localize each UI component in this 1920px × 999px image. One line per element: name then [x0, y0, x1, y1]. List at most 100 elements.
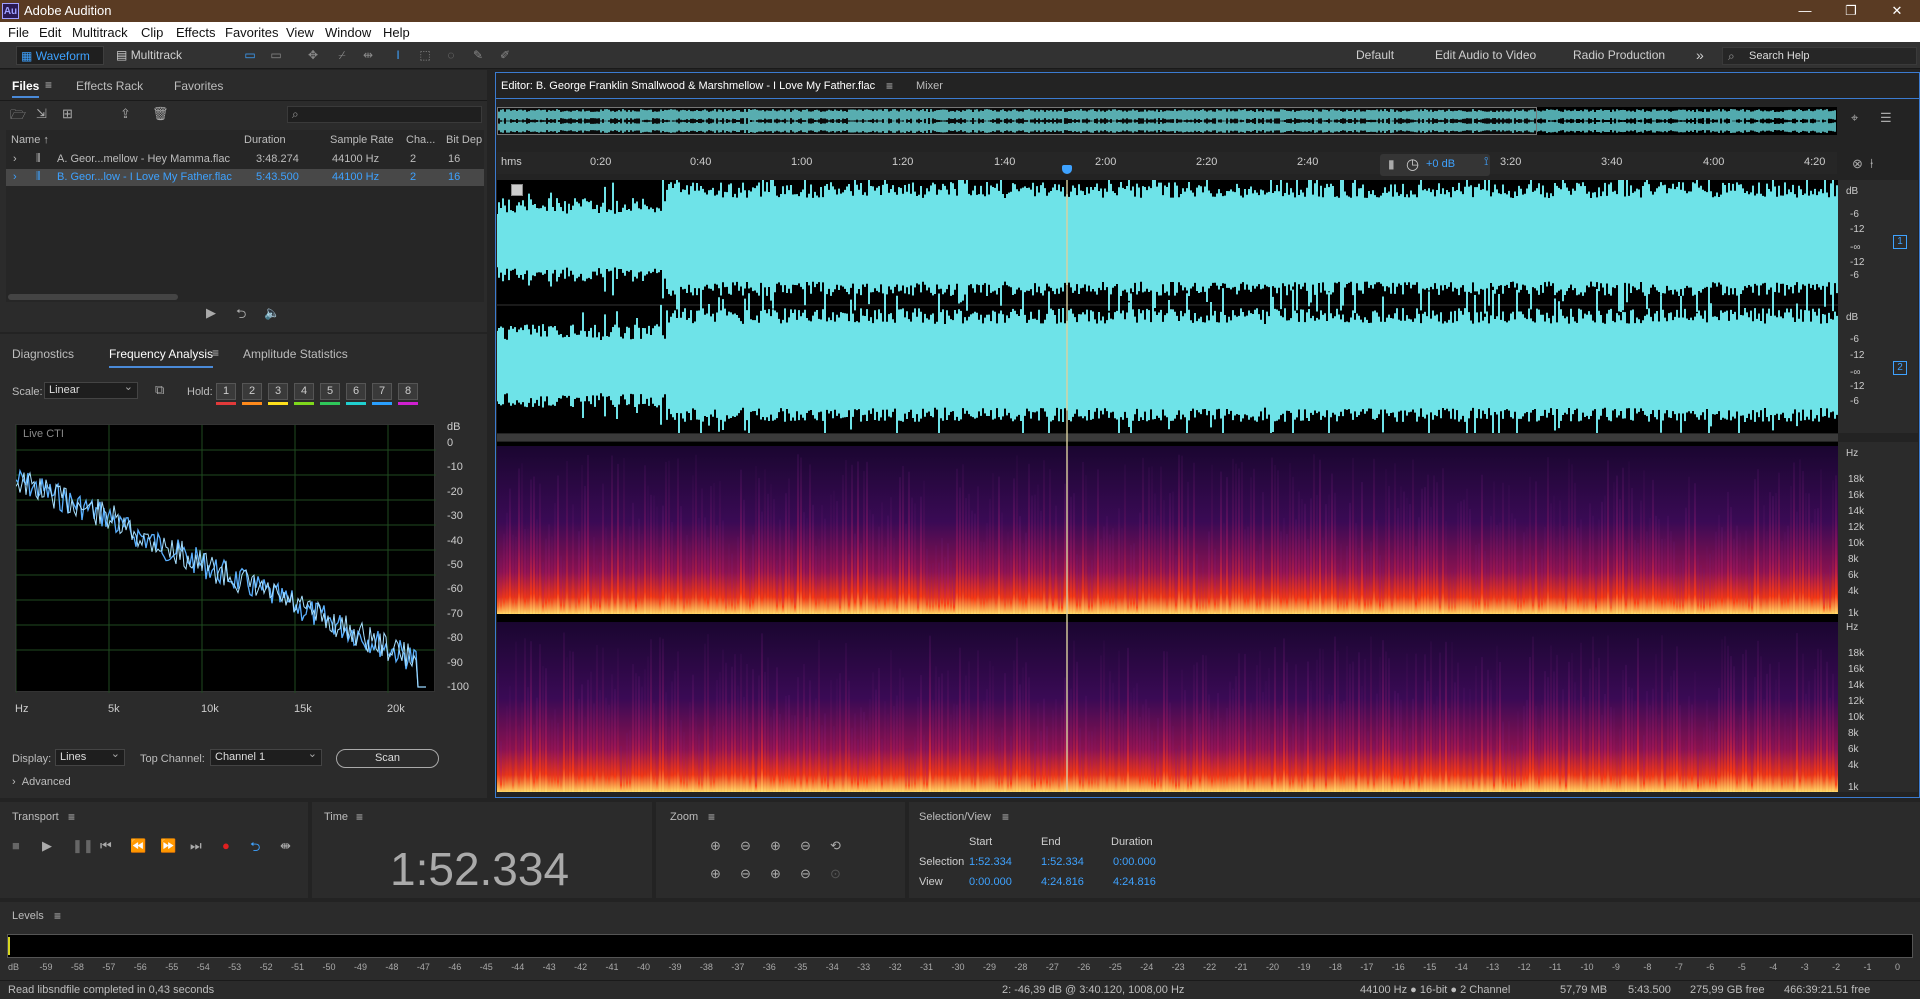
hamburger-icon[interactable]: ≡: [54, 909, 61, 923]
hold-button-1[interactable]: 1: [216, 383, 236, 400]
import-icon[interactable]: ⇲: [36, 106, 47, 122]
zoom-in-right-icon[interactable]: ⊖: [740, 866, 751, 882]
menu-effects[interactable]: Effects: [176, 25, 216, 40]
time-selection-tool-icon[interactable]: I: [390, 48, 406, 62]
selection-end[interactable]: 1:52.334: [1041, 856, 1084, 868]
loop-playback-icon[interactable]: ⮌: [250, 838, 260, 860]
pause-icon[interactable]: ❚❚: [72, 838, 94, 854]
marquee-tool-icon[interactable]: ⬚: [417, 48, 433, 62]
multitrack-mode-button[interactable]: ▤ Multitrack: [112, 46, 194, 65]
tab-frequency-analysis[interactable]: Frequency Analysis: [109, 347, 214, 368]
top-channel-dropdown[interactable]: Channel 1: [210, 747, 322, 766]
file-search-input[interactable]: ⌕: [287, 106, 482, 123]
brush-tool-icon[interactable]: ✎: [470, 48, 486, 62]
view-start[interactable]: 0:00.000: [969, 876, 1012, 888]
menu-edit[interactable]: Edit: [39, 25, 61, 40]
stop-icon[interactable]: ■: [12, 838, 20, 853]
hold-button-3[interactable]: 3: [268, 383, 288, 400]
tab-effects-rack[interactable]: Effects Rack: [76, 79, 143, 93]
zoom-out-time-icon[interactable]: ⊖: [800, 838, 811, 854]
hold-button-2[interactable]: 2: [242, 383, 262, 400]
skip-to-start-icon[interactable]: ⏮: [100, 838, 112, 854]
menu-multitrack[interactable]: Multitrack: [72, 25, 128, 40]
insert-into-multitrack-icon[interactable]: ⇪: [120, 106, 131, 122]
zoom-to-selection-icon[interactable]: ⊕: [770, 866, 781, 882]
loop-preview-icon[interactable]: ⮌: [236, 305, 246, 327]
workspace-default[interactable]: Default: [1356, 46, 1394, 65]
hold-button-4[interactable]: 4: [294, 383, 314, 400]
tab-files[interactable]: Files: [12, 79, 40, 98]
view-duration[interactable]: 4:24.816: [1113, 876, 1156, 888]
hamburger-icon[interactable]: ≡: [356, 810, 363, 824]
column-sample-rate[interactable]: Sample Rate: [330, 134, 394, 146]
move-tool-icon[interactable]: ✥: [305, 48, 321, 62]
menu-help[interactable]: Help: [383, 25, 410, 40]
lasso-tool-icon[interactable]: ◌: [443, 48, 459, 62]
workspace-radio-production[interactable]: Radio Production: [1573, 46, 1665, 65]
column-channels[interactable]: Cha...: [406, 134, 435, 146]
skip-to-end-icon[interactable]: ⏭: [190, 838, 202, 854]
overview-waveform[interactable]: [496, 107, 1837, 135]
tab-editor[interactable]: Editor: B. George Franklin Smallwood & M…: [501, 80, 875, 92]
volume-knob-icon[interactable]: ◷: [1406, 155, 1419, 173]
zoom-out-selection-icon[interactable]: ⊖: [800, 866, 811, 882]
waveform-mode-button[interactable]: ▦ Waveform: [16, 46, 104, 65]
play-preview-icon[interactable]: ▶: [206, 305, 216, 321]
spot-healing-tool-icon[interactable]: ✐: [497, 48, 513, 62]
play-icon[interactable]: ▶: [42, 838, 52, 854]
record-icon[interactable]: ●: [222, 838, 230, 853]
expand-icon[interactable]: ›: [13, 171, 17, 183]
column-bit-depth[interactable]: Bit Dep: [446, 134, 482, 146]
advanced-expander[interactable]: › Advanced: [12, 776, 71, 788]
close-button[interactable]: ✕: [1874, 0, 1920, 22]
zoom-navigator-icon[interactable]: ⌖: [1851, 110, 1858, 126]
panel-options-icon[interactable]: ☰: [1880, 110, 1892, 126]
menu-window[interactable]: Window: [325, 25, 371, 40]
selection-start[interactable]: 1:52.334: [969, 856, 1012, 868]
search-help-input[interactable]: ⌕ Search Help: [1722, 47, 1917, 65]
channel-1-toggle[interactable]: 1: [1893, 235, 1907, 249]
menu-favorites[interactable]: Favorites: [225, 25, 278, 40]
spectral-frequency-display[interactable]: [497, 442, 1838, 792]
tab-amplitude-statistics[interactable]: Amplitude Statistics: [243, 347, 348, 361]
hamburger-icon[interactable]: ≡: [708, 810, 715, 824]
gain-value[interactable]: +0 dB: [1426, 158, 1455, 170]
auto-play-icon[interactable]: 🔈: [264, 305, 280, 321]
hold-button-6[interactable]: 6: [346, 383, 366, 400]
hold-button-5[interactable]: 5: [320, 383, 340, 400]
tab-mixer[interactable]: Mixer: [916, 80, 943, 92]
menu-file[interactable]: File: [8, 25, 29, 40]
spectral-splitter[interactable]: [497, 434, 1838, 441]
playhead-snap-icon[interactable]: ⊗: [1852, 156, 1863, 172]
display-dropdown[interactable]: Lines: [55, 747, 125, 766]
table-row-selected[interactable]: › ⫼ B. Geor...low - I Love My Father.fla…: [6, 169, 484, 186]
hamburger-icon[interactable]: ≡: [1002, 810, 1009, 824]
marker-icon[interactable]: ⍿: [1870, 156, 1873, 172]
show-spectral-pitch-icon[interactable]: ▭: [268, 48, 284, 62]
waveform-display[interactable]: [496, 162, 1838, 440]
scale-dropdown[interactable]: Linear: [44, 380, 138, 399]
slip-tool-icon[interactable]: ⇹: [360, 48, 376, 62]
hold-button-8[interactable]: 8: [398, 383, 418, 400]
zoom-in-left-icon[interactable]: ⊕: [710, 866, 721, 882]
zoom-in-time-icon[interactable]: ⊕: [770, 838, 781, 854]
fast-forward-icon[interactable]: ⏩: [160, 838, 176, 854]
column-duration[interactable]: Duration: [244, 134, 286, 146]
zoom-out-amplitude-icon[interactable]: ⊖: [740, 838, 751, 854]
channel-2-toggle[interactable]: 2: [1893, 361, 1907, 375]
horizontal-scrollbar[interactable]: [8, 294, 178, 300]
hud-toggle-icon[interactable]: [511, 184, 523, 196]
view-end[interactable]: 4:24.816: [1041, 876, 1084, 888]
zoom-out-full-icon[interactable]: ⟲: [830, 838, 841, 854]
tab-diagnostics[interactable]: Diagnostics: [12, 347, 74, 361]
tab-favorites[interactable]: Favorites: [174, 79, 223, 93]
expand-icon[interactable]: ›: [13, 153, 17, 165]
delete-icon[interactable]: 🗑: [152, 106, 169, 122]
menu-clip[interactable]: Clip: [141, 25, 163, 40]
hold-button-7[interactable]: 7: [372, 383, 392, 400]
current-time-display[interactable]: 1:52.334: [390, 842, 569, 896]
hamburger-icon[interactable]: ≡: [45, 78, 52, 92]
selection-duration[interactable]: 0:00.000: [1113, 856, 1156, 868]
pin-icon[interactable]: ⟟: [1484, 154, 1488, 169]
new-file-icon[interactable]: ⊞: [62, 106, 73, 122]
